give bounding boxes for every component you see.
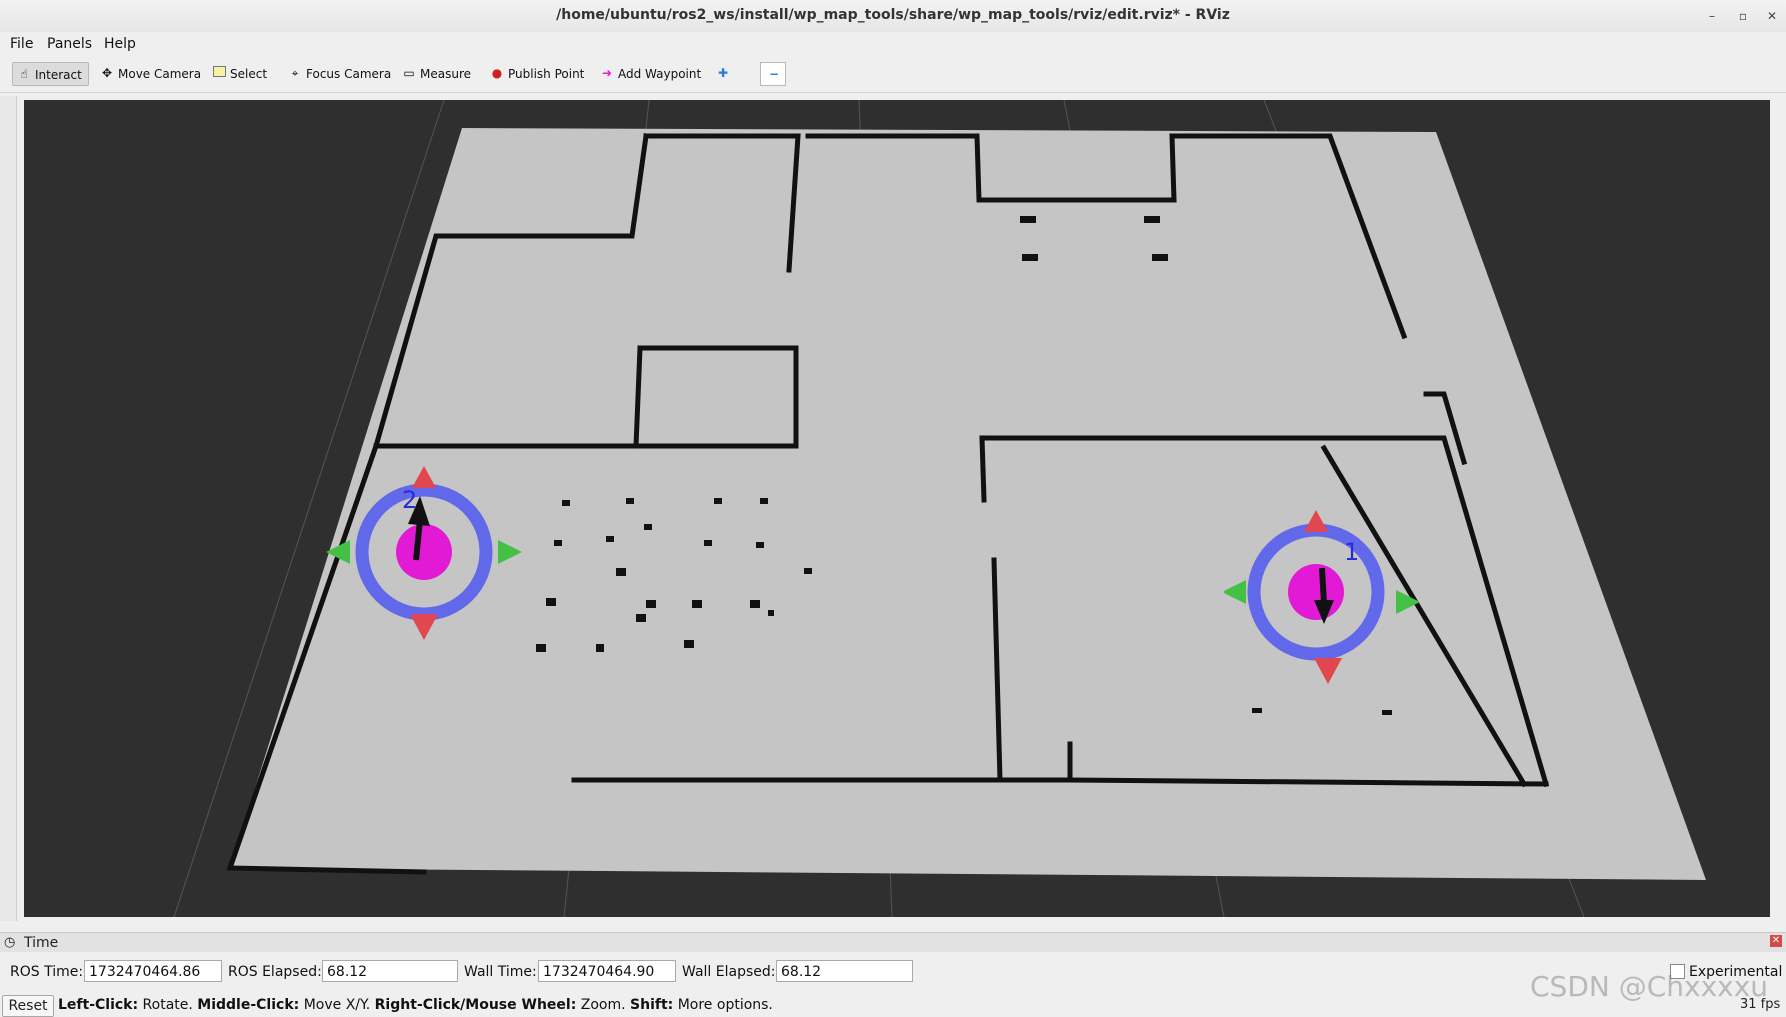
map-pin-icon: ● <box>491 66 503 80</box>
hint-shift-text: More options. <box>673 997 773 1013</box>
select-icon <box>212 66 226 80</box>
focus-camera-label: Focus Camera <box>306 67 392 81</box>
measure-tool[interactable]: ▭ Measure <box>398 62 477 86</box>
waypoint-2-label: 2 <box>402 486 417 514</box>
ros-elapsed-label: ROS Elapsed: <box>228 964 322 980</box>
waypoint-icon: ➜ <box>601 66 613 80</box>
ros-time-field[interactable]: 1732470464.86 <box>84 960 222 982</box>
time-panel-title: Time <box>24 935 59 951</box>
minus-icon: − <box>768 67 780 81</box>
close-panel-icon[interactable]: ✕ <box>1770 935 1782 947</box>
waypoint-1-label: 1 <box>1344 538 1359 566</box>
3d-viewport[interactable]: 2 1 <box>24 100 1770 917</box>
minimize-icon[interactable]: – <box>1702 6 1722 26</box>
hint-left-click-key: Left-Click: <box>58 997 139 1013</box>
time-panel-header: ◷ Time ✕ <box>0 932 1786 954</box>
hint-left-click-text: Rotate. <box>138 997 198 1013</box>
add-tool-button[interactable]: ✚ <box>712 62 734 86</box>
toolbar: ☝ Interact ✥ Move Camera Select ⌖ Focus … <box>0 56 1786 93</box>
status-bar: Reset Left-Click: Rotate. Middle-Click: … <box>0 993 1786 1017</box>
hint-right-click-key: Right-Click/Mouse Wheel: <box>374 997 577 1013</box>
publish-point-label: Publish Point <box>508 67 585 81</box>
watermark: CSDN @Chxxxxu <box>1530 970 1769 1003</box>
hint-right-click-text: Zoom. <box>576 997 631 1013</box>
wall-elapsed-label: Wall Elapsed: <box>682 964 776 980</box>
ros-time-label: ROS Time: <box>10 964 84 980</box>
waypoint-1-marker[interactable]: 1 <box>1224 508 1424 688</box>
hint-middle-click-key: Middle-Click: <box>197 997 300 1013</box>
hint-middle-click-text: Move X/Y. <box>299 997 375 1013</box>
menu-help[interactable]: Help <box>104 36 136 52</box>
time-panel: ROS Time: 1732470464.86 ROS Elapsed: 68.… <box>0 952 1786 992</box>
move-camera-tool[interactable]: ✥ Move Camera <box>96 62 207 86</box>
remove-tool-button[interactable]: − <box>760 62 786 86</box>
add-waypoint-tool[interactable]: ➜ Add Waypoint <box>596 62 707 86</box>
move-camera-icon: ✥ <box>101 66 113 80</box>
menu-bar: File Panels Help <box>0 32 1786 56</box>
viewport-scene <box>173 100 1706 917</box>
left-panel-collapse[interactable] <box>0 96 17 921</box>
hint-shift-key: Shift: <box>630 997 674 1013</box>
wall-time-field[interactable]: 1732470464.90 <box>538 960 676 982</box>
focus-camera-icon: ⌖ <box>291 66 299 80</box>
ruler-icon: ▭ <box>403 66 415 80</box>
ros-elapsed-field[interactable]: 68.12 <box>322 960 458 982</box>
close-icon[interactable]: ✕ <box>1762 6 1782 26</box>
select-tool[interactable]: Select <box>208 62 273 86</box>
waypoint-2-marker[interactable]: 2 <box>324 460 524 640</box>
interact-tool[interactable]: ☝ Interact <box>12 62 89 86</box>
plus-icon: ✚ <box>717 66 729 80</box>
focus-camera-tool[interactable]: ⌖ Focus Camera <box>284 62 397 86</box>
window-title: /home/ubuntu/ros2_ws/install/wp_map_tool… <box>556 7 1230 23</box>
publish-point-tool[interactable]: ● Publish Point <box>486 62 590 86</box>
measure-label: Measure <box>420 67 471 81</box>
interact-label: Interact <box>35 68 82 82</box>
clock-icon: ◷ <box>4 935 16 950</box>
select-label: Select <box>230 67 268 81</box>
window-titlebar: /home/ubuntu/ros2_ws/install/wp_map_tool… <box>0 0 1786 33</box>
maximize-icon[interactable]: ▫ <box>1733 6 1753 26</box>
mouse-hint: Left-Click: Rotate. Middle-Click: Move X… <box>58 997 773 1013</box>
wall-elapsed-field[interactable]: 68.12 <box>776 960 913 982</box>
add-waypoint-label: Add Waypoint <box>618 67 702 81</box>
menu-file[interactable]: File <box>10 36 33 52</box>
hand-pointer-icon: ☝ <box>20 67 28 81</box>
menu-panels[interactable]: Panels <box>47 36 92 52</box>
move-camera-label: Move Camera <box>118 67 202 81</box>
wall-time-label: Wall Time: <box>464 964 537 980</box>
reset-button[interactable]: Reset <box>2 995 54 1017</box>
